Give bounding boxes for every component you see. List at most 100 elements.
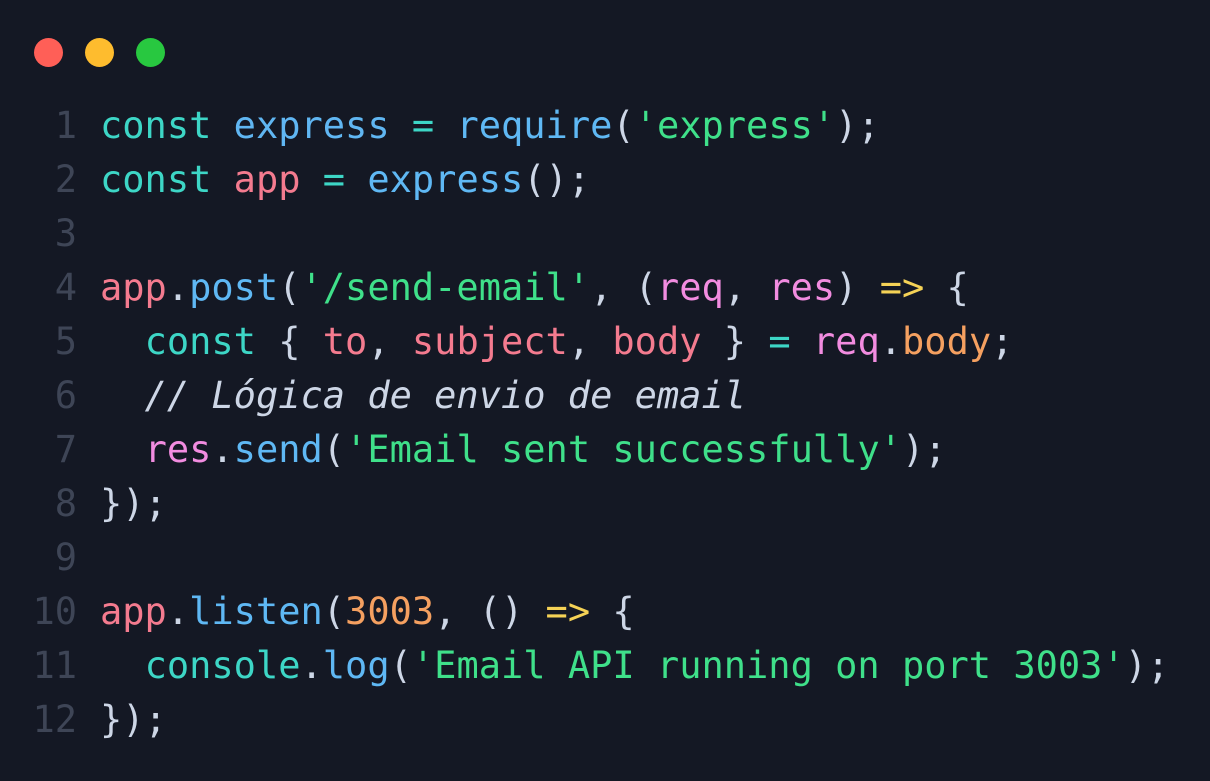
code-token: { <box>590 590 635 633</box>
code-token: res <box>768 266 836 309</box>
code-text: app.post('/send-email', (req, res) => { <box>100 261 969 315</box>
code-token: ( <box>322 428 346 471</box>
code-token: require <box>456 104 613 147</box>
code-token: req <box>812 320 880 363</box>
code-token: req <box>656 266 724 309</box>
code-line: 8}); <box>0 477 1169 531</box>
code-token: const <box>100 104 212 147</box>
code-token: , ( <box>590 266 657 309</box>
code-line: 6 // Lógica de envio de email <box>0 369 1169 423</box>
code-line: 11 console.log('Email API running on por… <box>0 639 1169 693</box>
code-token: listen <box>189 590 323 633</box>
code-token: . <box>300 644 323 687</box>
code-token: body <box>902 320 992 363</box>
code-token: (); <box>523 158 591 201</box>
line-number: 4 <box>54 266 77 309</box>
code-line: 2 const app = express(); <box>0 153 1169 207</box>
code-token: 3003 <box>345 590 435 633</box>
code-token: 'express' <box>634 104 836 147</box>
code-line: 10 app.listen(3003, () => { <box>0 585 1169 639</box>
code-token: send <box>233 428 323 471</box>
code-token: express <box>233 104 390 147</box>
code-token: ); <box>835 104 880 147</box>
code-text: const express = require('express'); <box>100 99 880 153</box>
code-token: post <box>189 266 279 309</box>
code-token: , <box>723 266 769 309</box>
close-button[interactable] <box>34 38 63 67</box>
code-text: console.log('Email API running on port 3… <box>100 639 1170 693</box>
code-token: = <box>322 158 346 201</box>
line-number: 9 <box>54 536 77 579</box>
code-token: subject <box>411 320 568 363</box>
line-number: 10 <box>32 590 77 633</box>
code-token: , <box>567 320 613 363</box>
code-token: . <box>879 320 903 363</box>
code-token: = <box>768 320 791 363</box>
code-line: 7 res.send('Email sent successfully'); <box>0 423 1169 477</box>
code-token: , () <box>434 590 546 633</box>
code-editor[interactable]: 1 const express = require('express'); 2 con… <box>0 99 1169 747</box>
code-text: res.send('Email sent successfully'); <box>100 423 947 477</box>
code-token: ( <box>612 104 635 147</box>
code-token: to <box>322 320 368 363</box>
code-token: 'Email API running on port 3003' <box>411 644 1125 687</box>
code-token: . <box>211 428 234 471</box>
line-number: 5 <box>54 320 77 363</box>
code-token: body <box>612 320 702 363</box>
code-text: }); <box>100 693 167 747</box>
code-line: 3 <box>0 207 1169 261</box>
code-token: . <box>166 590 190 633</box>
code-token: }); <box>100 482 167 525</box>
line-number: 7 <box>54 428 77 471</box>
code-line: 1 const express = require('express'); <box>0 99 1169 153</box>
line-number: 2 <box>54 158 77 201</box>
code-token: , <box>367 320 412 363</box>
code-window: 1 const express = require('express'); 2 con… <box>0 0 1210 781</box>
code-text: const { to, subject, body } = req.body; <box>100 315 1014 369</box>
code-text: }); <box>100 477 167 531</box>
code-line: 5 const { to, subject, body } = req.body… <box>0 315 1169 369</box>
minimize-button[interactable] <box>85 38 114 67</box>
code-token: app <box>100 266 167 309</box>
code-token: }); <box>100 698 167 741</box>
code-token: app <box>100 590 167 633</box>
code-text: const app = express(); <box>100 153 590 207</box>
code-token: => <box>879 266 925 309</box>
code-token: { <box>255 320 323 363</box>
code-token: ; <box>991 320 1014 363</box>
code-token: app <box>233 158 301 201</box>
code-token: } <box>701 320 769 363</box>
code-token: ); <box>901 428 947 471</box>
code-line: 12}); <box>0 693 1169 747</box>
code-token: res <box>144 428 212 471</box>
code-token: ( <box>389 644 412 687</box>
code-token: log <box>322 644 390 687</box>
line-number: 8 <box>54 482 77 525</box>
code-token: . <box>166 266 190 309</box>
code-token: console <box>144 644 301 687</box>
line-number: 1 <box>54 104 77 147</box>
code-token: ); <box>1124 644 1170 687</box>
code-token: const <box>144 320 256 363</box>
code-token: ) <box>835 266 880 309</box>
code-token: ( <box>322 590 346 633</box>
code-token: ( <box>278 266 301 309</box>
code-line: 9 <box>0 531 1169 585</box>
code-text: app.listen(3003, () => { <box>100 585 635 639</box>
line-number: 3 <box>54 212 77 255</box>
code-token: '/send-email' <box>300 266 591 309</box>
window-controls <box>34 38 165 67</box>
maximize-button[interactable] <box>136 38 165 67</box>
code-line: 4 app.post('/send-email', (req, res) => { <box>0 261 1169 315</box>
code-text: // Lógica de envio de email <box>100 369 746 423</box>
